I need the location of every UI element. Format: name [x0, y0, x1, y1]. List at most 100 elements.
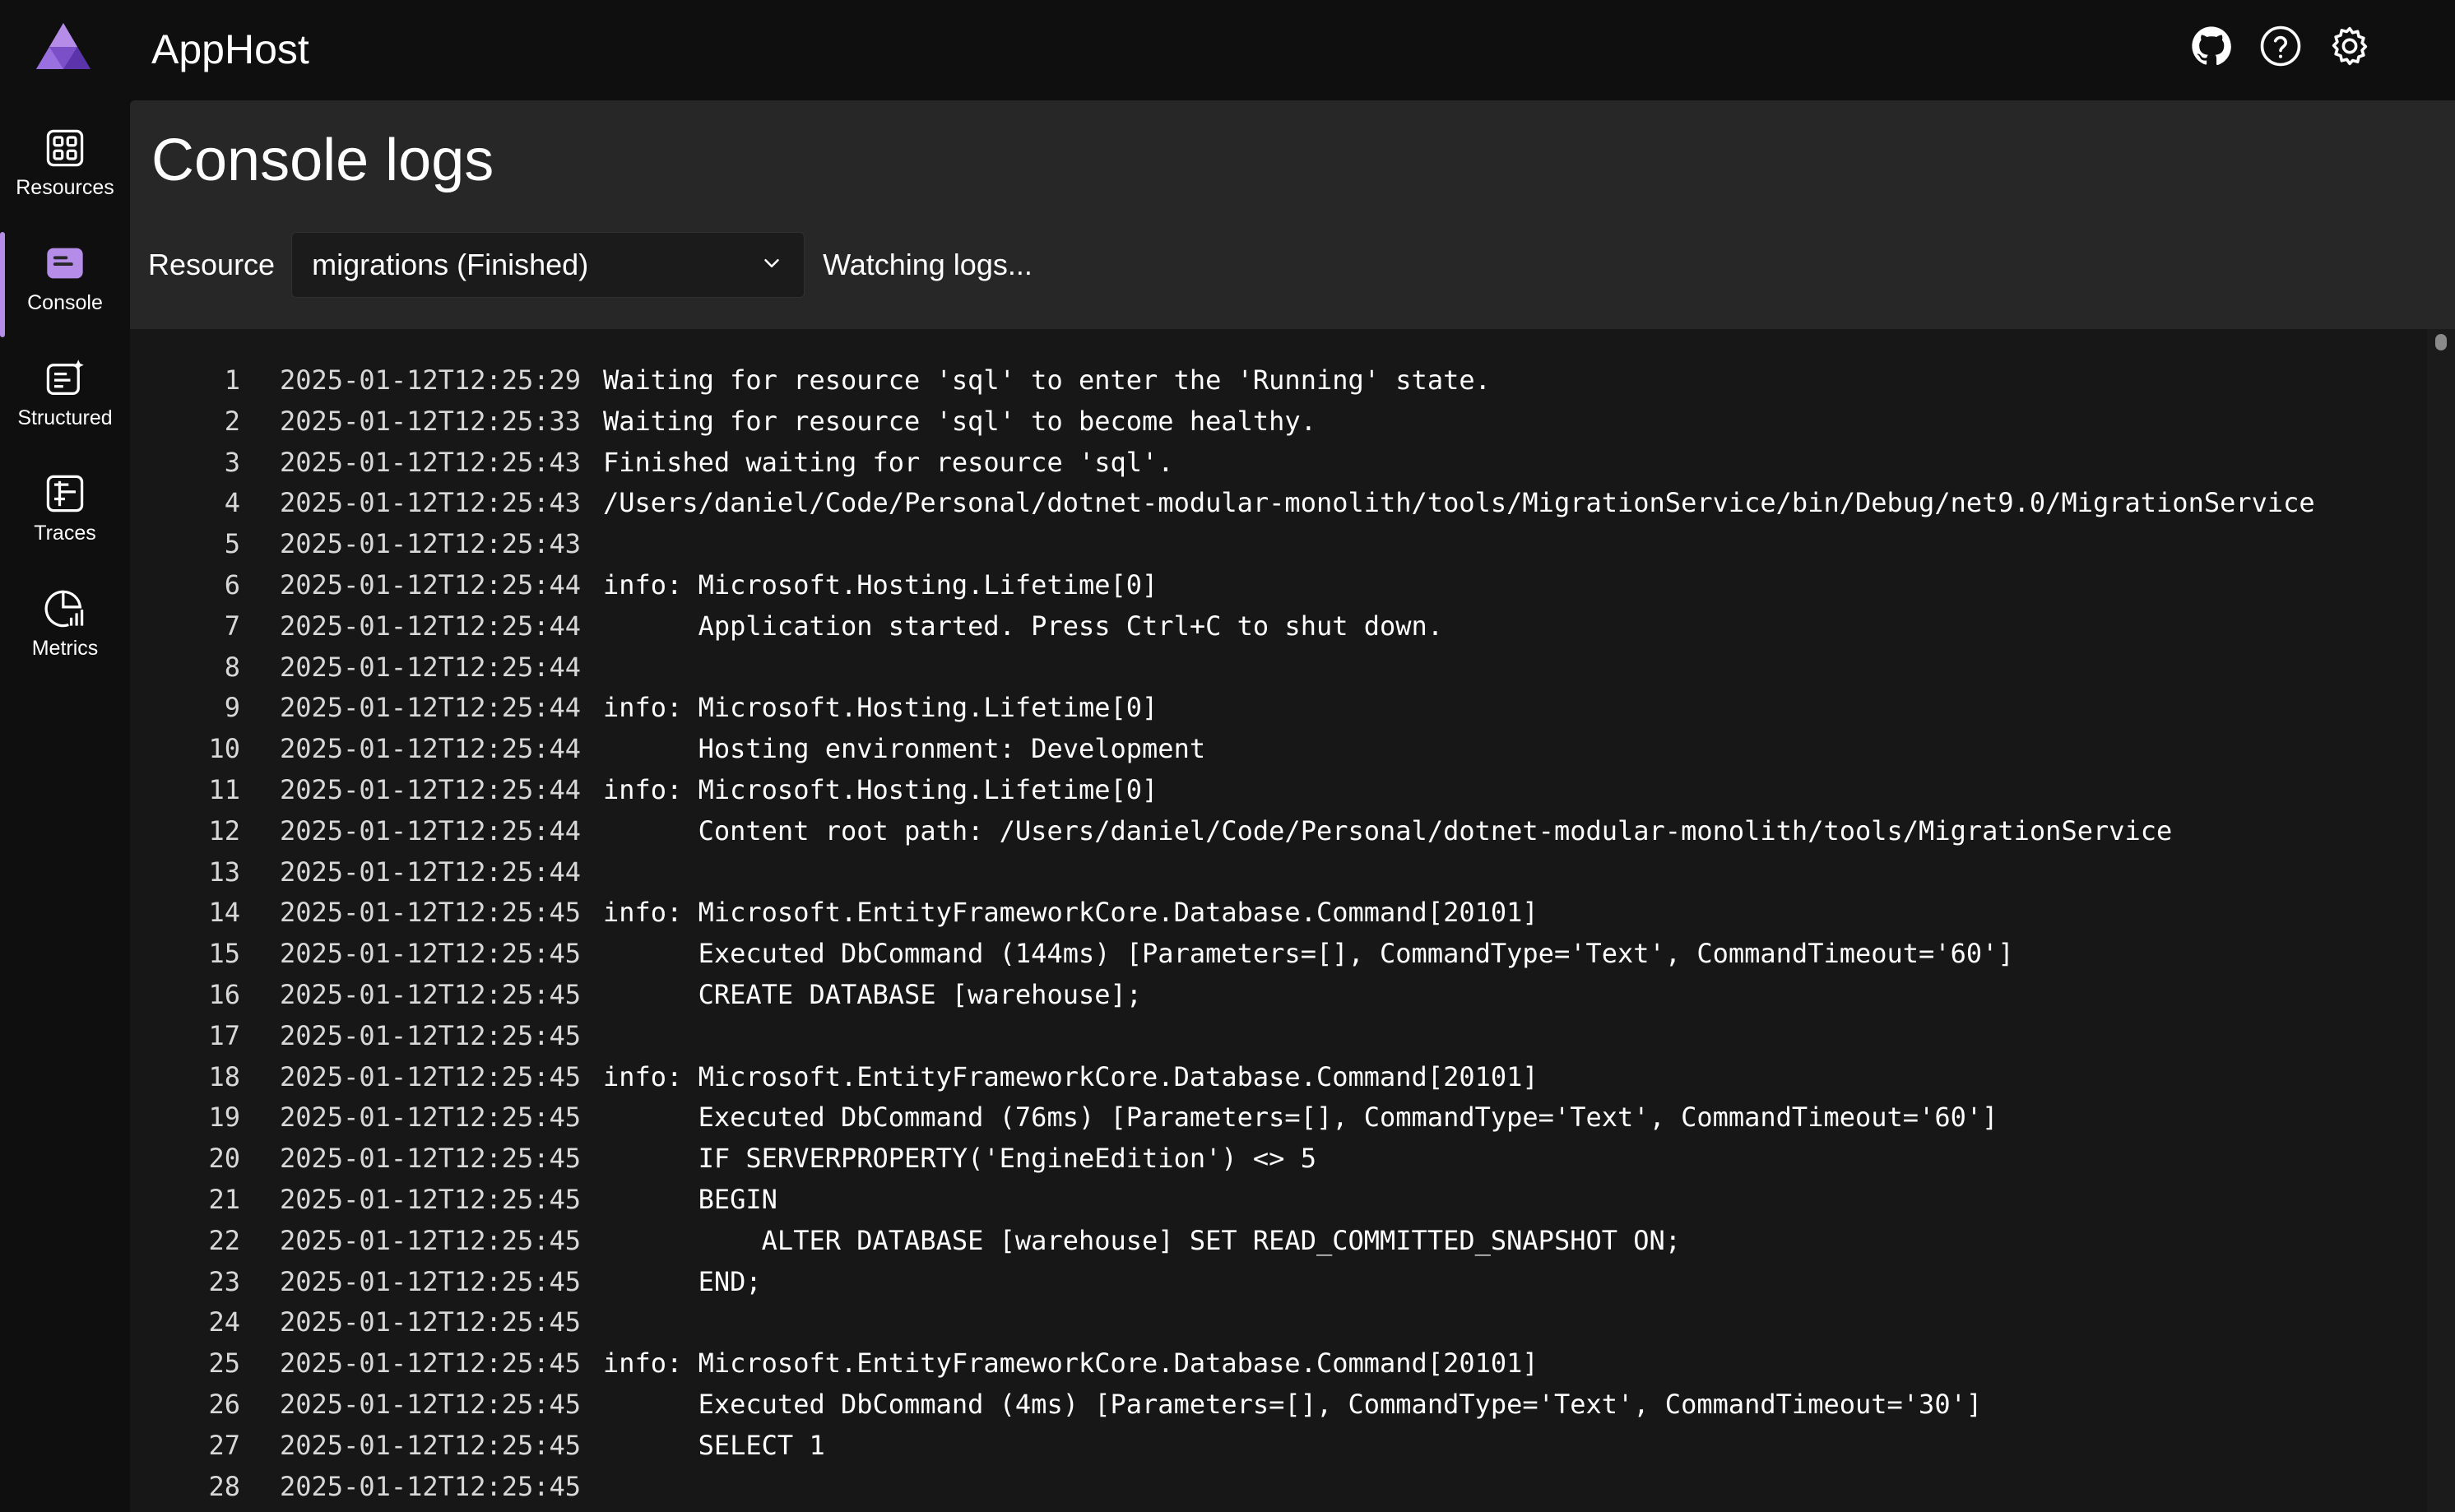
github-icon[interactable]	[2188, 23, 2235, 69]
log-timestamp: 2025-01-12T12:25:45	[280, 1102, 582, 1134]
sidebar-item-traces[interactable]: Traces	[0, 452, 130, 561]
log-timestamp: 2025-01-12T12:25:45	[280, 938, 582, 970]
log-line-number: 23	[208, 1265, 240, 1297]
log-line-number: 11	[208, 773, 240, 805]
log-timestamp: 2025-01-12T12:25:44	[280, 568, 582, 601]
log-message: Executed DbCommand (4ms) [Parameters=[],…	[603, 1388, 1983, 1420]
log-timestamp: 2025-01-12T12:25:43	[280, 487, 582, 519]
log-message: Executed DbCommand (144ms) [Parameters=[…	[603, 938, 2014, 970]
log-timestamp: 2025-01-12T12:25:44	[280, 773, 582, 805]
log-line: 4 2025-01-12T12:25:43/Users/daniel/Code/P…	[130, 483, 2425, 524]
log-line: 14 2025-01-12T12:25:45 info: Microsoft.Ent…	[130, 893, 2425, 934]
app-title[interactable]: AppHost	[151, 23, 309, 76]
log-scrollbar-thumb[interactable]	[2435, 334, 2447, 350]
log-line-number: 28	[208, 1470, 240, 1502]
log-line: 23 2025-01-12T12:25:45 END;	[130, 1262, 2425, 1303]
log-line: 22 2025-01-12T12:25:45 ALTER DATABASE [wa…	[130, 1221, 2425, 1262]
log-timestamp: 2025-01-12T12:25:45	[280, 1019, 582, 1051]
log-line: 3 2025-01-12T12:25:43 Finished waiting for…	[130, 443, 2425, 484]
console-icon	[42, 240, 88, 286]
log-timestamp: 2025-01-12T12:25:45	[280, 1143, 582, 1175]
log-line: 8 2025-01-12T12:25:44	[130, 647, 2425, 689]
log-timestamp: 2025-01-12T12:25:44	[280, 692, 582, 724]
sidebar-item-resources[interactable]: Resources	[0, 107, 130, 216]
structured-logs-icon	[42, 355, 88, 401]
log-timestamp: 2025-01-12T12:25:29	[280, 364, 582, 396]
log-line: 12 2025-01-12T12:25:44 Content root path:…	[130, 811, 2425, 852]
log-timestamp: 2025-01-12T12:25:44	[280, 856, 582, 888]
log-message: Application started. Press Ctrl+C to shu…	[603, 610, 1444, 642]
log-line-number: 2	[224, 405, 240, 437]
log-line-number: 17	[208, 1019, 240, 1051]
sidebar-item-label: Resources	[16, 176, 114, 199]
log-line: 16 2025-01-12T12:25:45 CREATE DATABASE [w…	[130, 975, 2425, 1016]
log-line-number: 15	[208, 938, 240, 970]
log-line-number: 24	[208, 1306, 240, 1338]
top-icon-group	[2188, 23, 2373, 69]
log-message: Finished waiting for resource 'sql'.	[603, 446, 1174, 478]
resource-toolbar: Resource migrations (Finished) Watching …	[148, 232, 1033, 298]
sidebar-item-console[interactable]: Console	[0, 222, 130, 337]
log-message: info: Microsoft.EntityFrameworkCore.Data…	[603, 1347, 1538, 1380]
log-message: Waiting for resource 'sql' to become hea…	[603, 405, 1316, 437]
log-line-number: 20	[208, 1143, 240, 1175]
aspire-logo-icon[interactable]	[33, 20, 94, 72]
log-message: Waiting for resource 'sql' to enter the …	[603, 364, 1491, 396]
sidebar-item-label: Console	[27, 291, 103, 314]
top-bar: AppHost	[0, 0, 2455, 100]
log-message: info: Microsoft.EntityFrameworkCore.Data…	[603, 1060, 1538, 1092]
log-message: SELECT 1	[603, 1429, 825, 1461]
grid-icon	[42, 125, 88, 171]
log-message: END;	[603, 1265, 762, 1297]
log-line: 26 2025-01-12T12:25:45 Executed DbCommand…	[130, 1384, 2425, 1426]
log-line-number: 14	[208, 897, 240, 929]
log-timestamp: 2025-01-12T12:25:44	[280, 610, 582, 642]
log-line-number: 18	[208, 1060, 240, 1092]
log-line-number: 10	[208, 733, 240, 765]
settings-icon[interactable]	[2327, 23, 2373, 69]
log-line: 20 2025-01-12T12:25:45 IF SERVERPROPERTY(…	[130, 1139, 2425, 1180]
log-line-number: 21	[208, 1183, 240, 1215]
log-message: Content root path: /Users/daniel/Code/Pe…	[603, 814, 2173, 846]
log-timestamp: 2025-01-12T12:25:45	[280, 1306, 582, 1338]
log-timestamp: 2025-01-12T12:25:45	[280, 1429, 582, 1461]
log-line-number: 3	[224, 446, 240, 478]
log-line-number: 12	[208, 814, 240, 846]
log-message: Executed DbCommand (76ms) [Parameters=[]…	[603, 1102, 1998, 1134]
log-line: 5 2025-01-12T12:25:43	[130, 524, 2425, 565]
log-timestamp: 2025-01-12T12:25:45	[280, 1388, 582, 1420]
log-scrollbar[interactable]	[2427, 329, 2455, 1512]
log-viewer[interactable]: 1 2025-01-12T12:25:29 Waiting for resource…	[130, 329, 2455, 1512]
log-message: info: Microsoft.Hosting.Lifetime[0]	[603, 692, 1158, 724]
chevron-down-icon	[759, 251, 784, 280]
log-line-number: 26	[208, 1388, 240, 1420]
log-message: info: Microsoft.EntityFrameworkCore.Data…	[603, 897, 1538, 929]
log-message: IF SERVERPROPERTY('EngineEdition') <> 5	[603, 1143, 1316, 1175]
log-line: 1 2025-01-12T12:25:29 Waiting for resource…	[130, 360, 2425, 401]
log-line-number: 1	[224, 364, 240, 396]
log-timestamp: 2025-01-12T12:25:45	[280, 1470, 582, 1502]
log-timestamp: 2025-01-12T12:25:33	[280, 405, 582, 437]
log-timestamp: 2025-01-12T12:25:43	[280, 446, 582, 478]
log-line: 6 2025-01-12T12:25:44 info: Microsoft.Host…	[130, 565, 2425, 606]
log-line-number: 27	[208, 1429, 240, 1461]
log-message: Hosting environment: Development	[603, 733, 1206, 765]
sidebar-item-structured[interactable]: Structured	[0, 337, 130, 446]
log-line: 28 2025-01-12T12:25:45	[130, 1467, 2425, 1508]
sidebar-nav: Resources Console Structured Traces Metr…	[0, 100, 130, 1512]
resource-select-value: migrations (Finished)	[312, 248, 589, 281]
log-line: 2 2025-01-12T12:25:33 Waiting for resource…	[130, 401, 2425, 443]
log-timestamp: 2025-01-12T12:25:45	[280, 1183, 582, 1215]
log-line: 9 2025-01-12T12:25:44 info: Microsoft.Host…	[130, 688, 2425, 729]
resource-select[interactable]: migrations (Finished)	[291, 232, 805, 298]
sidebar-item-label: Metrics	[31, 637, 99, 660]
traces-icon	[42, 471, 88, 517]
log-line: 7 2025-01-12T12:25:44 Application started…	[130, 606, 2425, 647]
log-line: 11 2025-01-12T12:25:44 info: Microsoft.Hos…	[130, 770, 2425, 811]
log-message: ALTER DATABASE [warehouse] SET READ_COMM…	[603, 1224, 1682, 1256]
log-timestamp: 2025-01-12T12:25:44	[280, 814, 582, 846]
log-timestamp: 2025-01-12T12:25:43	[280, 528, 582, 560]
log-line: 27 2025-01-12T12:25:45 SELECT 1	[130, 1426, 2425, 1467]
help-icon[interactable]	[2258, 23, 2304, 69]
sidebar-item-metrics[interactable]: Metrics	[0, 568, 130, 676]
